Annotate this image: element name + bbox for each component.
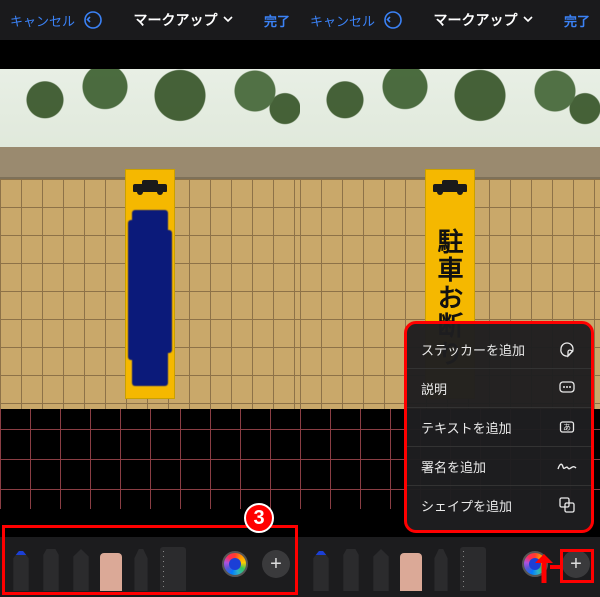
tool-pen[interactable] — [310, 543, 332, 591]
sticker-icon — [557, 339, 577, 359]
parking-sign — [125, 169, 175, 399]
add-menu-popup: ステッカーを追加 説明 テキストを追加 あ 署名を追加 シェイプを追加 — [404, 321, 594, 533]
markup-title: マークアップ — [134, 10, 218, 30]
markup-toolbar: + — [0, 537, 300, 597]
page-title: マークアップ — [134, 10, 234, 30]
annotation-connector — [550, 565, 560, 569]
menu-label: シェイプを追加 — [421, 496, 512, 515]
shapes-icon — [557, 495, 577, 515]
menu-label: 署名を追加 — [421, 457, 486, 476]
done-button[interactable]: 完了 — [264, 11, 290, 30]
pen-scribble — [132, 210, 168, 386]
done-button[interactable]: 完了 — [564, 11, 590, 30]
menu-label: テキストを追加 — [421, 418, 512, 437]
signature-icon — [557, 456, 577, 476]
undo-icon[interactable] — [383, 10, 403, 30]
add-button[interactable]: + — [262, 550, 290, 578]
annotation-box-plus — [560, 549, 594, 583]
svg-text:あ: あ — [563, 423, 571, 432]
color-picker[interactable] — [222, 551, 248, 577]
tool-eraser[interactable] — [400, 543, 422, 591]
page-title: マークアップ — [434, 10, 534, 30]
step-badge-3: 3 — [244, 503, 274, 533]
topbar: キャンセル マークアップ 完了 — [300, 0, 600, 40]
topbar: キャンセル マークアップ 完了 — [0, 0, 300, 40]
cancel-button[interactable]: キャンセル — [310, 11, 375, 30]
tool-lasso[interactable] — [430, 543, 452, 591]
car-icon — [133, 180, 167, 194]
menu-add-sticker[interactable]: ステッカーを追加 — [407, 330, 591, 369]
screen-right: キャンセル マークアップ 完了 駐車お断り — [300, 0, 600, 597]
tool-eraser[interactable] — [100, 543, 122, 591]
menu-add-signature[interactable]: 署名を追加 — [407, 447, 591, 486]
tool-marker[interactable] — [40, 543, 62, 591]
color-picker[interactable] — [522, 551, 548, 577]
chevron-down-icon[interactable] — [522, 12, 534, 28]
textbox-icon: あ — [557, 417, 577, 437]
photo-canvas[interactable] — [0, 40, 300, 537]
tool-ruler[interactable] — [160, 543, 186, 591]
tool-lasso[interactable] — [130, 543, 152, 591]
markup-title: マークアップ — [434, 10, 518, 30]
menu-add-text[interactable]: テキストを追加 あ — [407, 408, 591, 447]
speech-bubble-icon — [557, 378, 577, 398]
menu-description[interactable]: 説明 — [407, 369, 591, 408]
menu-add-shape[interactable]: シェイプを追加 — [407, 486, 591, 524]
car-icon — [433, 180, 467, 194]
tool-pencil[interactable] — [370, 543, 392, 591]
menu-label: 説明 — [421, 379, 447, 398]
tool-marker[interactable] — [340, 543, 362, 591]
menu-label: ステッカーを追加 — [421, 340, 525, 359]
chevron-down-icon[interactable] — [222, 12, 234, 28]
screen-left: キャンセル マークアップ 完了 — [0, 0, 300, 597]
tool-ruler[interactable] — [460, 543, 486, 591]
tool-pen[interactable] — [10, 543, 32, 591]
cancel-button[interactable]: キャンセル — [10, 11, 75, 30]
tool-pencil[interactable] — [70, 543, 92, 591]
undo-icon[interactable] — [83, 10, 103, 30]
